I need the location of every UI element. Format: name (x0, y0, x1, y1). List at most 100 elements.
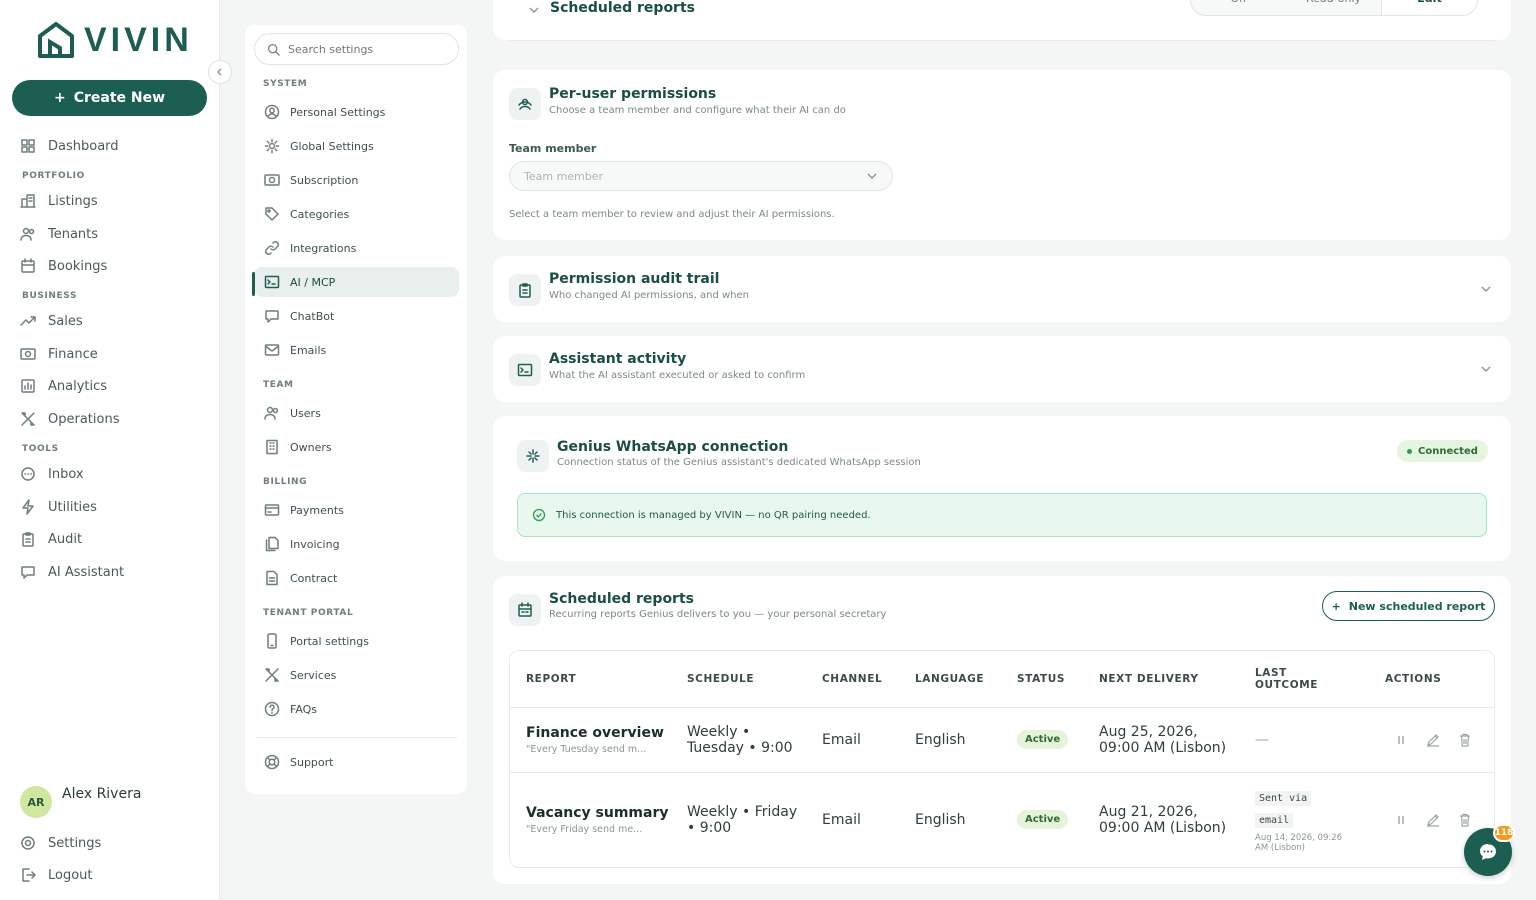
nav-bookings[interactable]: Bookings (20, 258, 107, 274)
brand-logo[interactable]: VIVIN (36, 20, 193, 60)
settings-item-contract[interactable]: Contract (254, 563, 459, 593)
building-icon (266, 439, 278, 455)
report-cell: Finance overview "Every Tuesday send m..… (510, 706, 671, 772)
nav-utilities[interactable]: Utilities (20, 499, 97, 515)
create-new-button[interactable]: + Create New (12, 80, 207, 116)
nav-dashboard[interactable]: Dashboard (20, 138, 119, 154)
nav-label: Dashboard (48, 138, 119, 154)
settings-item-label: ChatBot (290, 309, 335, 323)
channel-cell: Email (806, 706, 899, 772)
permission-audit-trail-card[interactable]: Permission audit trail Who changed AI pe… (493, 256, 1511, 322)
settings-item-payments[interactable]: Payments (254, 495, 459, 525)
nav-tenants[interactable]: Tenants (20, 226, 98, 242)
status-dot (1407, 448, 1412, 454)
col-report[interactable]: REPORT (510, 651, 671, 707)
nav-label: Finance (48, 346, 98, 362)
users-icon (264, 406, 279, 420)
settings-item-label: FAQs (290, 702, 318, 716)
chevron-down-icon[interactable] (1479, 282, 1493, 296)
outcome-time: AM (Lisbon) (1255, 842, 1305, 853)
edit-icon[interactable] (1425, 812, 1441, 828)
tools-icon (265, 668, 279, 682)
option-edit[interactable]: Edit (1381, 0, 1477, 15)
outcome-code: Sent via (1255, 790, 1312, 806)
outcome-code: email (1255, 812, 1294, 828)
nav-label: Logout (48, 867, 93, 883)
settings-item-faqs[interactable]: FAQs (254, 694, 459, 724)
pause-icon[interactable] (1393, 812, 1409, 828)
assistant-activity-card[interactable]: Assistant activity What the AI assistant… (493, 336, 1511, 402)
col-status[interactable]: STATUS (1001, 651, 1083, 707)
tools-icon (21, 412, 35, 426)
col-schedule[interactable]: SCHEDULE (671, 651, 806, 707)
nav-ai-assistant[interactable]: AI Assistant (20, 564, 124, 580)
settings-item-invoicing[interactable]: Invoicing (254, 529, 459, 559)
trash-icon[interactable] (1457, 732, 1473, 748)
col-channel[interactable]: CHANNEL (806, 651, 899, 707)
table-row[interactable]: Finance overview "Every Tuesday send m..… (510, 706, 1494, 772)
settings-item-integrations[interactable]: Integrations (254, 233, 459, 263)
settings-item-label: AI / MCP (290, 275, 336, 289)
nav-analytics[interactable]: Analytics (20, 378, 107, 394)
new-scheduled-report-button[interactable]: + New scheduled report (1322, 591, 1495, 621)
settings-item-portal-settings[interactable]: Portal settings (254, 626, 459, 656)
edit-icon[interactable] (1425, 732, 1441, 748)
grid-icon (21, 139, 35, 153)
divider (257, 737, 457, 738)
settings-item-support[interactable]: Support (254, 747, 459, 777)
trash-icon[interactable] (1457, 812, 1473, 828)
nav-label: Bookings (48, 258, 108, 274)
credit-card-icon (264, 504, 280, 516)
link-icon (264, 240, 280, 256)
nav-inbox[interactable]: Inbox (20, 466, 84, 482)
last-outcome-cell: — (1239, 706, 1369, 772)
team-member-select[interactable]: Team member (509, 161, 893, 191)
settings-item-label: Integrations (290, 241, 357, 255)
per-user-permissions-card: Per-user permissions Choose a team membe… (493, 70, 1511, 240)
plus-icon: + (1331, 599, 1341, 613)
settings-item-global[interactable]: Global Settings (254, 131, 459, 161)
settings-item-owners[interactable]: Owners (254, 432, 459, 462)
user-eye-icon (518, 98, 532, 110)
col-last-outcome[interactable]: LAST OUTCOME (1239, 651, 1369, 707)
settings-item-ai-mcp[interactable]: AI / MCP (254, 267, 459, 297)
nav-group-tools: TOOLS (22, 444, 59, 454)
option-off[interactable]: Off (1191, 0, 1286, 15)
collapse-sidebar-button[interactable] (208, 60, 232, 84)
pause-icon[interactable] (1393, 732, 1409, 748)
nav-sales[interactable]: Sales (20, 313, 83, 329)
search-input[interactable] (288, 42, 448, 56)
settings-item-users[interactable]: Users (254, 398, 459, 428)
button-label: New scheduled report (1348, 599, 1486, 613)
settings-item-categories[interactable]: Categories (254, 199, 459, 229)
building-icon (20, 194, 36, 208)
money-icon (20, 348, 36, 360)
nav-operations[interactable]: Operations (20, 411, 119, 427)
col-next-delivery[interactable]: NEXT DELIVERY (1083, 651, 1239, 707)
actions-cell (1369, 706, 1494, 772)
settings-search[interactable] (254, 33, 459, 65)
settings-item-chatbot[interactable]: ChatBot (254, 301, 459, 331)
chevron-down-icon[interactable] (527, 3, 541, 17)
report-description: "Every Tuesday send m... (526, 743, 647, 755)
status-badge: Connected (1397, 440, 1488, 462)
settings-item-emails[interactable]: Emails (254, 335, 459, 365)
settings-item-personal[interactable]: Personal Settings (254, 97, 459, 127)
nav-audit[interactable]: Audit (20, 531, 82, 547)
nav-label: Utilities (48, 499, 97, 515)
nav-logout[interactable]: Logout (20, 867, 93, 883)
nav-listings[interactable]: Listings (20, 193, 98, 209)
col-language[interactable]: LANGUAGE (899, 651, 1001, 707)
chevron-down-icon[interactable] (1479, 362, 1493, 376)
settings-item-subscription[interactable]: Subscription (254, 165, 459, 195)
user-profile[interactable]: AR Alex Rivera (20, 786, 141, 818)
settings-group-team: TEAM (263, 380, 294, 390)
schedule-line: Tuesday • 9:00 (687, 739, 793, 756)
table-row[interactable]: Vacancy summary "Every Friday send me...… (510, 771, 1494, 867)
next-line: 09:00 AM (Lisbon) (1099, 739, 1227, 756)
option-read-only[interactable]: Read-only (1286, 0, 1381, 15)
next-line: Aug 25, 2026, (1099, 723, 1198, 740)
settings-item-services[interactable]: Services (254, 660, 459, 690)
nav-finance[interactable]: Finance (20, 346, 98, 362)
nav-settings[interactable]: Settings (20, 835, 101, 851)
